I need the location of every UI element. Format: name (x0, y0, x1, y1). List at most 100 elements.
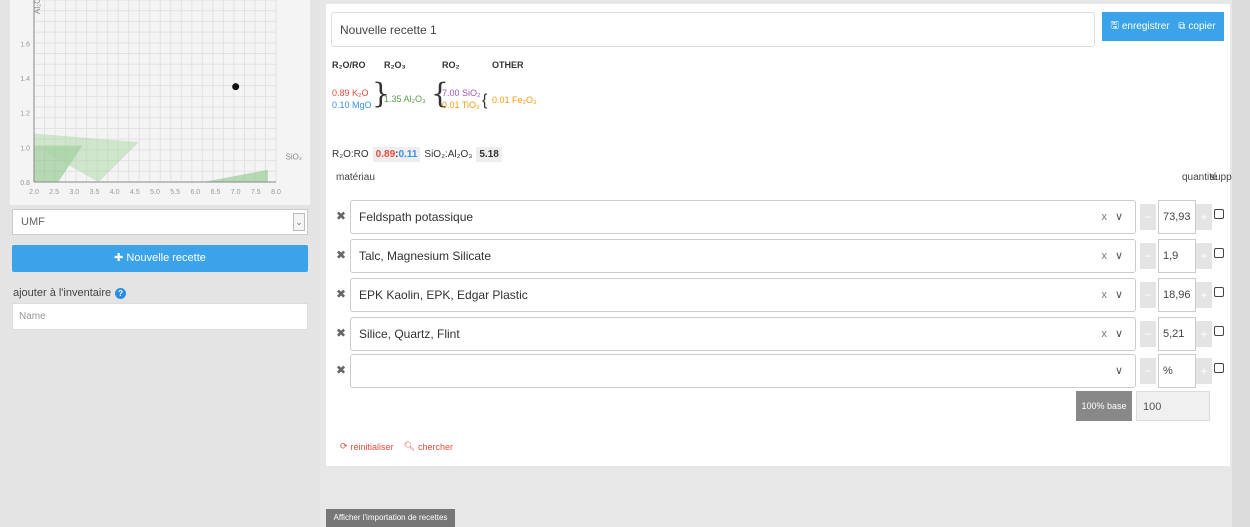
quantity-input[interactable]: 73,93 (1158, 200, 1196, 234)
chevron-down-icon[interactable]: ∨ (1115, 318, 1123, 350)
material-name: Feldspath potassique (359, 210, 474, 224)
help-icon[interactable]: ? (115, 287, 127, 299)
remove-row-icon[interactable]: ✖ (336, 209, 346, 223)
quantity-input[interactable]: 1,9 (1158, 239, 1196, 273)
quantity-input[interactable]: % (1158, 354, 1196, 388)
material-column-header: matériau (336, 172, 375, 183)
ratio-r2o-ro-box: 0.89:0.11 (372, 147, 421, 162)
y-tick-label: 0.8 (20, 180, 30, 187)
new-recipe-label: Nouvelle recette (126, 252, 206, 264)
suppl-checkbox[interactable] (1214, 363, 1224, 373)
material-row: ✖ Talc, Magnesium Silicate x ∨ − 1,9 + (326, 239, 1230, 273)
increment-button[interactable]: + (1196, 282, 1212, 308)
umf-head-r2o3: R₂O₃ (384, 60, 406, 70)
copy-label: copier (1188, 21, 1216, 32)
x-tick-label: 2.0 (29, 189, 39, 196)
quantity-input[interactable]: 5,21 (1158, 317, 1196, 351)
x-tick-label: 2.5 (49, 189, 59, 196)
remove-row-icon[interactable]: ✖ (336, 363, 346, 377)
suppl-checkbox[interactable] (1214, 326, 1224, 336)
y-tick-label: 1.6 (20, 41, 30, 48)
copy-icon: ⧉ (1178, 21, 1186, 32)
chevron-down-icon[interactable]: ∨ (1115, 279, 1123, 311)
ratio-line: R₂O:RO 0.89:0.11 SiO₂:Al₂O₃ 5.18 (332, 147, 502, 162)
material-name: Silice, Quartz, Flint (359, 327, 460, 341)
remove-row-icon[interactable]: ✖ (336, 287, 346, 301)
decrement-button[interactable]: − (1140, 243, 1156, 269)
y-axis-label: Al₂O₃ (33, 0, 42, 14)
umf-fe2o3: 0.01 Fe₂O₃ (492, 95, 537, 105)
inventory-name-input[interactable] (12, 303, 308, 330)
left-panel: 1.6 1.4 1.2 1.0 0.8 2.0 2.5 3.0 3.5 4.0 4.5 5.0 5.5 6… (0, 0, 320, 527)
brace-small: { (482, 92, 488, 109)
material-row-empty: ✖ ∨ − % + (326, 354, 1230, 388)
clear-icon[interactable]: x (1102, 279, 1108, 311)
umf-head-other: OTHER (492, 60, 524, 70)
clear-icon[interactable]: x (1102, 318, 1108, 350)
save-button[interactable]: 🖫 enregistrer (1110, 18, 1169, 35)
material-row: ✖ Feldspath potassique x ∨ − 73,93 + (326, 200, 1230, 234)
increment-button[interactable]: + (1196, 243, 1212, 269)
x-tick-label: 4.5 (130, 189, 140, 196)
umf-mgo: 0.10 MgO (332, 100, 372, 110)
search-button[interactable]: 🔍︎ chercher (404, 441, 453, 452)
y-tick-label: 1.2 (20, 111, 30, 118)
base-100-button[interactable]: 100% base (1076, 391, 1132, 421)
remove-row-icon[interactable]: ✖ (336, 326, 346, 340)
copy-button[interactable]: ⧉ copier (1178, 21, 1215, 32)
bottom-actions: ⟳ réinitialiser 🔍︎ chercher (340, 441, 453, 452)
reset-label: réinitialiser (350, 441, 394, 452)
material-name: Talc, Magnesium Silicate (359, 249, 492, 263)
decrement-button[interactable]: − (1140, 321, 1156, 347)
increment-button[interactable]: + (1196, 321, 1212, 347)
save-copy-buttons: 🖫 enregistrer ⧉ copier (1102, 12, 1224, 41)
umf-al2o3: 1.35 Al₂O₃ (384, 94, 426, 104)
x-tick-label: 3.5 (90, 189, 100, 196)
refresh-icon: ⟳ (340, 441, 348, 451)
material-name: EPK Kaolin, EPK, Edgar Plastic (359, 288, 528, 302)
inventory-label-text: ajouter à l'inventaire (13, 287, 112, 299)
chevron-down-icon[interactable]: ∨ (1115, 355, 1123, 387)
suppl-checkbox[interactable] (1214, 209, 1224, 219)
material-select[interactable]: ∨ (350, 354, 1136, 388)
increment-button[interactable]: + (1196, 204, 1212, 230)
decrement-button[interactable]: − (1140, 358, 1156, 384)
scrollbar[interactable] (1232, 0, 1250, 527)
umf-chart: 1.6 1.4 1.2 1.0 0.8 2.0 2.5 3.0 3.5 4.0 4.5 5.0 5.5 6… (10, 0, 310, 205)
material-select[interactable]: Feldspath potassique x ∨ (350, 200, 1136, 234)
ratio-si-al-value: 5.18 (476, 147, 502, 162)
x-tick-label: 5.0 (150, 189, 160, 196)
increment-button[interactable]: + (1196, 358, 1212, 384)
quantity-input[interactable]: 18,96 (1158, 278, 1196, 312)
x-tick-label: 3.0 (69, 189, 79, 196)
chevron-down-icon[interactable]: ∨ (1115, 201, 1123, 233)
reset-button[interactable]: ⟳ réinitialiser (340, 441, 394, 452)
umf-formula: R₂O/RO R₂O₃ RO₂ OTHER 0.89 K₂O 0.10 MgO … (332, 60, 732, 130)
chart-mode-select[interactable]: UMF ⌄ (12, 209, 308, 235)
material-select[interactable]: EPK Kaolin, EPK, Edgar Plastic x ∨ (350, 278, 1136, 312)
decrement-button[interactable]: − (1140, 204, 1156, 230)
x-tick-label: 5.5 (170, 189, 180, 196)
new-recipe-button[interactable]: ✚ Nouvelle recette (12, 245, 308, 272)
clear-icon[interactable]: x (1102, 240, 1108, 272)
remove-row-icon[interactable]: ✖ (336, 248, 346, 262)
material-row: ✖ EPK Kaolin, EPK, Edgar Plastic x ∨ − 1… (326, 278, 1230, 312)
y-tick-label: 1.4 (20, 76, 30, 83)
suppl-checkbox[interactable] (1214, 287, 1224, 297)
suppl-checkbox[interactable] (1214, 248, 1224, 258)
plus-icon: ✚ (114, 252, 124, 264)
import-recipes-button[interactable]: Afficher l'importation de recettes (326, 509, 455, 527)
decrement-button[interactable]: − (1140, 282, 1156, 308)
save-label: enregistrer (1121, 21, 1170, 32)
y-tick-label: 1.0 (20, 145, 30, 152)
ratio-label-si-al: SiO₂:Al₂O₃ (424, 149, 473, 160)
x-tick-label: 6.0 (190, 189, 200, 196)
base-value-input[interactable]: 100 (1136, 391, 1210, 421)
chevron-down-icon[interactable]: ∨ (1115, 240, 1123, 272)
material-select[interactable]: Talc, Magnesium Silicate x ∨ (350, 239, 1136, 273)
clear-icon[interactable]: x (1102, 201, 1108, 233)
material-select[interactable]: Silice, Quartz, Flint x ∨ (350, 317, 1136, 351)
x-axis-label: SiO₂ (286, 152, 302, 161)
recipe-title-input[interactable]: Nouvelle recette 1 (331, 12, 1095, 47)
save-icon: 🖫 (1110, 20, 1119, 31)
